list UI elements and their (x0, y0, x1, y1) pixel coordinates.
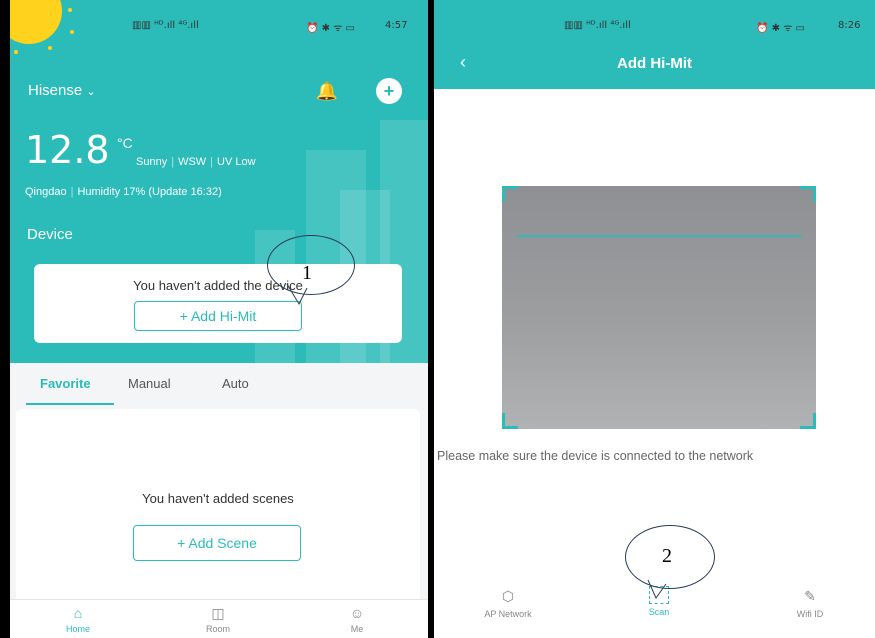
weather-details: Qingdao | Humidity 17% (Update 16:32) (25, 186, 222, 198)
weather-condition: Sunny (136, 156, 168, 168)
nav-ap-network[interactable]: ⬡ AP Network (463, 586, 553, 619)
wifi-id-icon: ✎ (804, 588, 816, 604)
alarm-bell-icon[interactable]: 🔔 (314, 78, 340, 104)
callout-tail-1 (286, 283, 308, 306)
device-section-title: Device (27, 226, 73, 243)
nav-home-label: Home (65, 624, 90, 634)
temperature-unit: °C (117, 135, 133, 151)
temperature: 12.8 (25, 128, 110, 172)
add-scene-button[interactable]: + Add Scene (133, 525, 301, 561)
home-icon: ⌂ (73, 605, 83, 621)
tab-favorite[interactable]: Favorite (40, 376, 91, 391)
add-device-button[interactable]: + Add Hi-Mit (134, 301, 302, 331)
update-time: (Update 16:32) (148, 186, 222, 198)
scan-line (516, 235, 802, 237)
tab-auto[interactable]: Auto (222, 376, 249, 391)
uv-index: UV Low (217, 156, 256, 168)
status-icons: ⏰ ✱ ᯤ ▭ (306, 23, 355, 34)
scene-area: You haven't added scenes + Add Scene (10, 409, 428, 599)
nav-me[interactable]: ☺ Me (327, 604, 387, 634)
humidity: Humidity 17% (77, 186, 146, 198)
add-icon[interactable]: + (376, 78, 402, 104)
room-icon: ◫ (211, 605, 225, 621)
tab-manual[interactable]: Manual (128, 376, 171, 391)
active-tab-indicator (26, 403, 114, 405)
scene-empty-card: You haven't added scenes + Add Scene (16, 409, 420, 599)
home-header: ▥▥ ᴴᴰ.ıll ⁴ᴳ.ıll ⏰ ✱ ᯤ ▭ 4:57 Hisense ⌄ … (10, 0, 428, 363)
nav-room-label: Room (205, 624, 230, 634)
scene-empty-text: You haven't added scenes (142, 491, 294, 506)
nav-wifi-id-label: Wifi ID (796, 609, 824, 619)
page-title: Add Hi-Mit (617, 55, 692, 72)
home-selector[interactable]: Hisense ⌄ (28, 82, 96, 99)
profile-icon: ☺ (349, 605, 365, 621)
callout-number-2: 2 (662, 545, 672, 567)
status-signal: ▥▥ ᴴᴰ.ıll ⁴ᴳ.ıll (132, 20, 199, 31)
status-time: 4:57 (385, 20, 408, 31)
chevron-down-icon: ⌄ (86, 86, 96, 98)
bottom-nav: ⌂ Home ◫ Room ☺ Me (10, 599, 428, 638)
home-screen: ▥▥ ᴴᴰ.ıll ⁴ᴳ.ıll ⏰ ✱ ᯤ ▭ 4:57 Hisense ⌄ … (10, 0, 428, 638)
scan-corner-bottom-right (800, 413, 816, 429)
home-selector-label: Hisense (28, 82, 83, 99)
status-signal: ▥▥ ᴴᴰ.ıll ⁴ᴳ.ıll (564, 20, 631, 31)
weather-summary: Sunny | WSW | UV Low (136, 156, 256, 168)
scene-tabs: Favorite Manual Auto (10, 363, 428, 409)
nav-room[interactable]: ◫ Room (188, 604, 248, 634)
scan-corner-bottom-left (502, 413, 518, 429)
status-icons: ⏰ ✱ ᯤ ▭ (756, 23, 805, 34)
add-device-screen: ▥▥ ᴴᴰ.ıll ⁴ᴳ.ıll ⏰ ✱ ᯤ ▭ 8:26 ‹ Add Hi-M… (434, 0, 875, 638)
nav-me-label: Me (350, 624, 364, 634)
camera-scan-viewfinder (502, 186, 816, 429)
nav-ap-network-label: AP Network (484, 609, 532, 619)
nav-wifi-id[interactable]: ✎ Wifi ID (765, 586, 855, 619)
ap-network-icon: ⬡ (501, 588, 515, 604)
scan-corner-top-right (800, 186, 816, 202)
network-hint: Please make sure the device is connected… (437, 449, 754, 463)
sun-icon (10, 0, 62, 44)
city-name: Qingdao (25, 186, 67, 198)
scan-corner-top-left (502, 186, 518, 202)
nav-home[interactable]: ⌂ Home (48, 604, 108, 634)
callout-tail-2 (647, 579, 667, 600)
nav-scan-label: Scan (648, 607, 670, 617)
wind-direction: WSW (178, 156, 207, 168)
title-bar: ▥▥ ᴴᴰ.ıll ⁴ᴳ.ıll ⏰ ✱ ᯤ ▭ 8:26 ‹ Add Hi-M… (434, 0, 875, 89)
status-time: 8:26 (838, 20, 861, 31)
callout-number-1: 1 (302, 262, 312, 284)
